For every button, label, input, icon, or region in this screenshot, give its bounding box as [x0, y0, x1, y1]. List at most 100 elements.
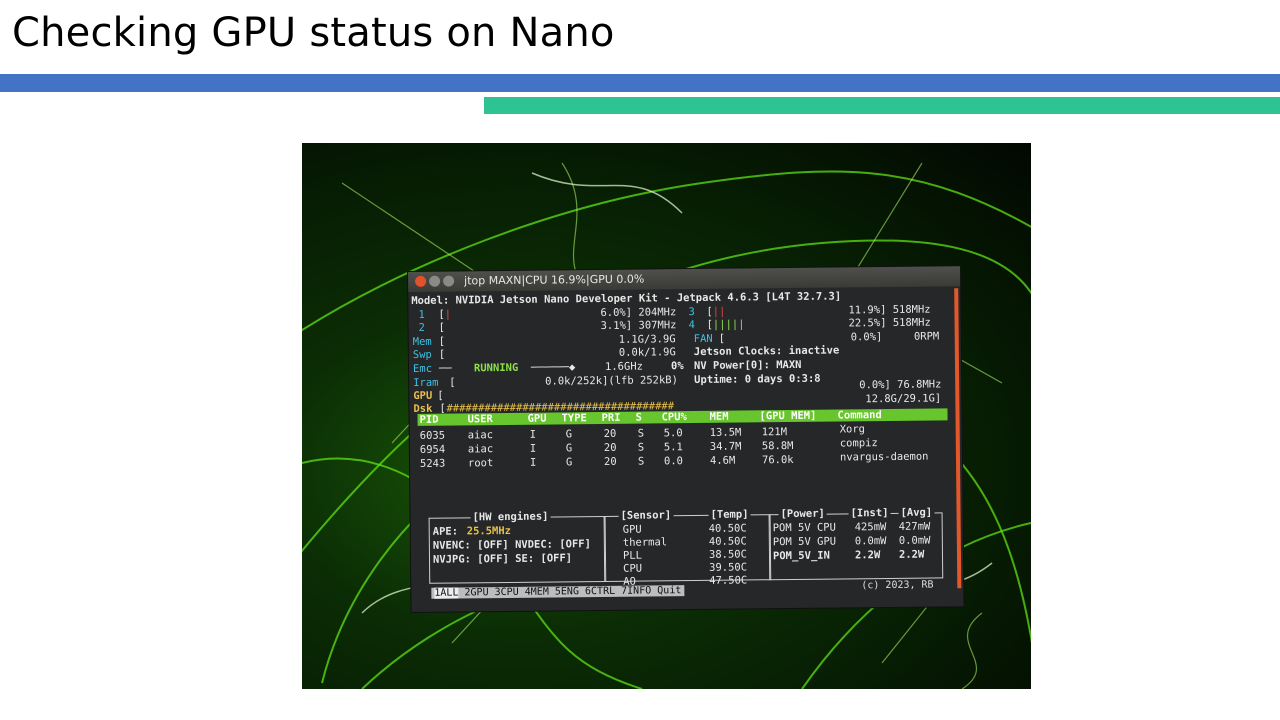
maximize-icon[interactable] [443, 275, 455, 287]
cell-gpu-mem: 76.0k [761, 453, 794, 467]
cpu-3-bracket: [|| [706, 305, 726, 318]
sensor-name: CPU [623, 562, 643, 575]
cell-cpu: 5.0 [663, 427, 683, 440]
dsk-value: 12.8G/29.1G] [865, 392, 942, 406]
cpu-1-bracket: [| [438, 308, 452, 321]
sensor-name: PLL [622, 549, 643, 562]
scrollbar[interactable] [954, 288, 962, 589]
gpu-label: GPU [413, 389, 433, 402]
cell-gpu: I [529, 442, 537, 455]
col-s[interactable]: S [635, 412, 641, 425]
tab-bar: 1ALL 2GPU 3CPU 4MEM 5ENG 6CTRL 7INFO Qui… [431, 585, 685, 599]
col-gpu-mem[interactable]: [GPU MEM] [759, 410, 816, 424]
sensor-name: GPU [622, 523, 642, 536]
cell-pri: 20 [603, 427, 617, 440]
cell-gpu: I [529, 428, 537, 441]
power-title: [Power] [778, 507, 827, 522]
cell-s: S [637, 455, 645, 468]
sensor-temp: 40.50C [708, 522, 747, 535]
sensor-temp: 40.50C [708, 535, 747, 548]
col-user[interactable]: USER [467, 413, 492, 427]
inst-title: [Inst] [848, 506, 891, 521]
cpu-1-value: 6.0%] 204MHz [600, 306, 677, 319]
sensor-name: thermal [622, 536, 668, 549]
cpu-2-bracket: [ [438, 321, 445, 334]
col-mem[interactable]: MEM [709, 411, 728, 425]
slide-title: Checking GPU status on Nano [12, 10, 615, 56]
tab-cpu[interactable]: 3CPU [495, 587, 519, 598]
nvenc-nvdec: NVENC: [OFF] NVDEC: [OFF] [432, 538, 591, 552]
power-avg: 427mW [898, 520, 931, 533]
power-name: POM 5V GPU [772, 535, 837, 549]
title-underline-green [484, 97, 1280, 114]
power-name: POM 5V CPU [772, 521, 836, 535]
tab-mem[interactable]: 4MEM [525, 587, 549, 598]
model-line: Model: NVIDIA Jetson Nano Developer Kit … [411, 290, 842, 307]
cpu-3-value: 11.9%] 518MHz [848, 303, 931, 317]
gpu-value: 0.0%] 76.8MHz [859, 378, 942, 392]
fan-label: FAN [693, 332, 713, 346]
tab-eng[interactable]: 5ENG [555, 586, 579, 597]
emc-label: Emc [412, 362, 433, 375]
col-type[interactable]: TYPE [561, 412, 586, 426]
swp-value: 0.0k/1.9G [618, 346, 676, 359]
cell-command: compiz [839, 437, 878, 450]
cell-pid: 5243 [419, 457, 446, 470]
cell-pid: 6954 [419, 443, 446, 456]
tab-gpu[interactable]: 2GPU [464, 587, 488, 598]
mem-label: Mem [412, 335, 432, 348]
power-avg: 0.0mW [898, 534, 931, 547]
copyright: (c) 2023, RB [861, 579, 934, 592]
tab-all[interactable]: 1ALL [434, 587, 459, 599]
mem-value: 1.1G/3.9G [618, 333, 676, 346]
col-command[interactable]: Command [837, 409, 881, 423]
cell-type: G [565, 428, 573, 441]
uptime: Uptime: 0 days 0:3:8 [694, 372, 821, 387]
emc-value: 1.6GHz [604, 360, 644, 373]
cell-s: S [637, 441, 645, 454]
iram-value: 0.0k/252k](lfb 252kB) [545, 374, 678, 388]
jetson-clocks: Jetson Clocks: inactive [693, 344, 840, 359]
cell-command: Xorg [839, 423, 866, 436]
sensor-temp: 39.50C [709, 561, 748, 574]
avg-title: [Avg] [898, 506, 935, 521]
cell-pri: 20 [603, 441, 617, 454]
ape-value: 25.5MHz [466, 524, 512, 538]
minimize-icon[interactable] [429, 275, 441, 287]
tab-ctrl[interactable]: 6CTRL [585, 586, 615, 597]
col-pid[interactable]: PID [419, 414, 438, 428]
swp-bracket: [ [438, 348, 446, 361]
cell-mem: 34.7M [709, 440, 742, 453]
cell-pri: 20 [603, 455, 617, 468]
nv-power: NV Power[0]: MAXN [693, 358, 802, 373]
cell-s: S [637, 427, 645, 440]
sensor-temp: 47.50C [709, 574, 748, 587]
tab-info[interactable]: 7INFO [621, 585, 651, 596]
col-cpu[interactable]: CPU% [661, 411, 686, 425]
close-icon[interactable] [415, 275, 427, 287]
iram-bracket: [ [449, 376, 456, 389]
ape-label: APE: [432, 525, 459, 538]
cpu-1-label: 1 [418, 308, 425, 321]
cell-mem: 4.6M [709, 454, 736, 467]
col-pri[interactable]: PRI [601, 412, 620, 426]
cpu-4-value: 22.5%] 518MHz [848, 316, 931, 330]
cpu-4-bracket: [||||| [706, 318, 745, 331]
cell-gpu: I [529, 456, 537, 469]
fan-bracket: [ [718, 332, 726, 345]
cpu-3-label: 3 [688, 305, 695, 319]
emc-running: RUNNING [473, 361, 519, 375]
emc-line-right: ──────◆ [530, 361, 576, 374]
tab-quit[interactable]: Quit [657, 585, 681, 596]
jtop-terminal-window[interactable]: jtop MAXN|CPU 16.9%|GPU 0.0% Model: NVID… [408, 266, 964, 612]
cell-pid: 6035 [419, 429, 446, 442]
power-name: POM_5V_IN [772, 549, 830, 563]
window-title: jtop MAXN|CPU 16.9%|GPU 0.0% [464, 272, 645, 288]
power-inst: 425mW [854, 521, 887, 534]
cpu-2-value: 3.1%] 307MHz [600, 319, 677, 332]
cell-command: nvargus-daemon [839, 450, 929, 464]
cpu-4-label: 4 [688, 318, 695, 332]
cell-type: G [565, 442, 573, 455]
col-gpu[interactable]: GPU [527, 413, 546, 427]
sensor-title: [Sensor] [618, 509, 674, 524]
